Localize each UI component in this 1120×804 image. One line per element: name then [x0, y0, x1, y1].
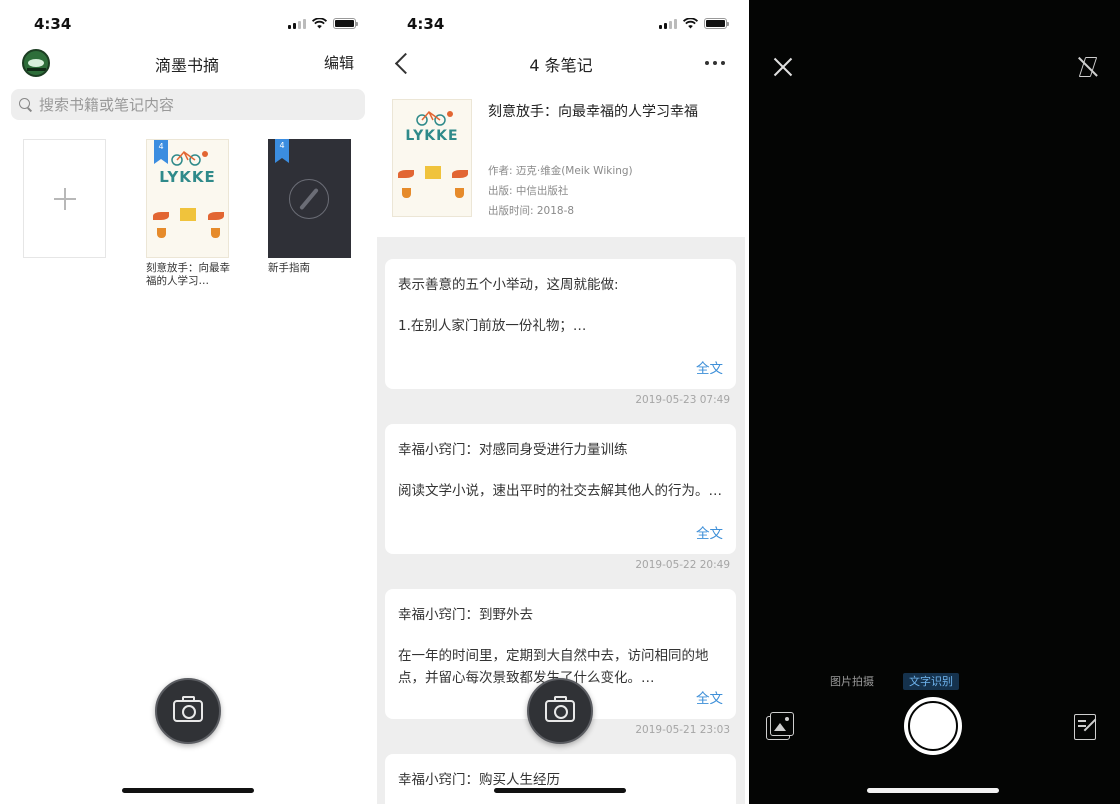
wifi-icon — [312, 18, 327, 29]
camera-screen: 图片拍摄 文字识别 — [749, 0, 1120, 804]
book-cover-guide[interactable]: 4 — [268, 139, 351, 258]
cover-house — [425, 166, 441, 179]
status-bar: 4:34 — [0, 0, 374, 46]
compass-icon — [289, 179, 329, 219]
note-excerpt: 1.在别人家门前放一份礼物；… — [398, 318, 587, 334]
note-title: 幸福小窍门：到野外去 — [398, 607, 533, 623]
full-text-link[interactable]: 全文 — [696, 687, 723, 707]
status-time: 4:34 — [34, 15, 72, 33]
cover-title: LYKKE — [159, 168, 216, 186]
signal-icon — [659, 18, 677, 29]
note-title: 表示善意的五个小举动，这周就能做: — [398, 277, 619, 293]
book-cover-lykke: LYKKE — [392, 99, 472, 217]
note-excerpt: 阅读文学小说，速出平时的社交去解其他人的行为。… — [398, 483, 722, 499]
note-title: 幸福小窍门：购买人生经历 — [398, 772, 560, 788]
signal-icon — [288, 18, 306, 29]
status-bar: 4:34 — [377, 0, 745, 46]
note-date: 2019-05-23 07:49 — [635, 394, 730, 406]
cover-leaf — [452, 170, 468, 178]
full-text-link[interactable]: 全文 — [696, 357, 723, 377]
page-title: 4 条笔记 — [529, 56, 593, 75]
cover-cup — [157, 228, 166, 238]
mode-text-recognition[interactable]: 文字识别 — [903, 673, 959, 690]
cover-leaf — [153, 212, 169, 220]
book-author: 作者: 迈克·维金(Meik Wiking) — [488, 165, 633, 177]
add-book-button[interactable] — [23, 139, 106, 258]
flash-off-icon[interactable] — [1078, 56, 1098, 78]
book-title: 刻意放手：向最幸福的人学习幸福 — [488, 104, 698, 120]
note-card[interactable]: 表示善意的五个小举动，这周就能做: 1.在别人家门前放一份礼物；… 全文 — [385, 259, 736, 389]
status-icons — [288, 18, 358, 29]
notes-screen: 4:34 4 条笔记 LYKKE 刻意放手：向最幸福的人学习幸福 作者: 迈克·… — [377, 0, 745, 804]
page-title: 滴墨书摘 — [154, 56, 219, 75]
cover-cup — [211, 228, 220, 238]
nav-bar: 滴墨书摘 编辑 — [0, 46, 374, 82]
search-icon — [19, 97, 33, 112]
book-caption: 新手指南 — [268, 262, 310, 274]
book-pub-date: 出版时间: 2018-8 — [488, 205, 575, 217]
edit-note-icon[interactable] — [1072, 712, 1100, 740]
note-card[interactable]: 幸福小窍门：购买人生经历 — [385, 754, 736, 804]
full-text-link[interactable]: 全文 — [696, 522, 723, 542]
camera-icon — [545, 696, 575, 722]
camera-button[interactable] — [155, 678, 221, 744]
status-time: 4:34 — [407, 15, 445, 33]
cover-title: LYKKE — [405, 128, 459, 144]
bookshelf-screen: 4:34 滴墨书摘 编辑 LYKKE — [0, 0, 374, 804]
mode-photo[interactable]: 图片拍摄 — [824, 673, 880, 690]
cover-cup — [402, 188, 411, 198]
search-bar[interactable] — [11, 89, 365, 120]
note-date: 2019-05-22 20:49 — [635, 559, 730, 571]
book-caption: 刻意放手：向最幸福的人学习… — [146, 262, 230, 287]
bicycle-icon — [416, 110, 453, 126]
bicycle-icon — [171, 150, 208, 166]
gallery-icon[interactable] — [766, 712, 796, 742]
cover-leaf — [208, 212, 224, 220]
note-title: 幸福小窍门：对感同身受进行力量训练 — [398, 442, 628, 458]
capture-mode-switcher: 图片拍摄 文字识别 — [749, 673, 1120, 691]
note-card[interactable]: 幸福小窍门：对感同身受进行力量训练 阅读文学小说，速出平时的社交去解其他人的行为… — [385, 424, 736, 554]
search-input[interactable] — [39, 95, 339, 114]
note-date: 2019-05-21 23:03 — [635, 724, 730, 736]
camera-button[interactable] — [527, 678, 593, 744]
note-count-badge: 4 — [154, 140, 168, 164]
camera-icon — [173, 696, 203, 722]
note-count-badge: 4 — [275, 139, 289, 163]
nav-bar: 4 条笔记 — [377, 46, 745, 82]
cover-house — [180, 208, 196, 221]
status-icons — [659, 18, 729, 29]
battery-icon — [333, 18, 358, 29]
cover-leaf — [398, 170, 414, 178]
cover-cup — [455, 188, 464, 198]
battery-icon — [704, 18, 729, 29]
close-icon[interactable] — [773, 57, 793, 77]
wifi-icon — [683, 18, 698, 29]
more-options-button[interactable] — [705, 61, 725, 65]
book-cover-lykke[interactable]: LYKKE 4 — [146, 139, 229, 258]
book-info-card: LYKKE 刻意放手：向最幸福的人学习幸福 作者: 迈克·维金(Meik Wik… — [377, 82, 745, 237]
home-indicator — [122, 788, 254, 793]
edit-button[interactable]: 编辑 — [324, 52, 354, 73]
book-publisher: 出版: 中信出版社 — [488, 185, 569, 197]
home-indicator — [494, 788, 626, 793]
shutter-button[interactable] — [904, 697, 962, 755]
home-indicator — [867, 788, 999, 793]
